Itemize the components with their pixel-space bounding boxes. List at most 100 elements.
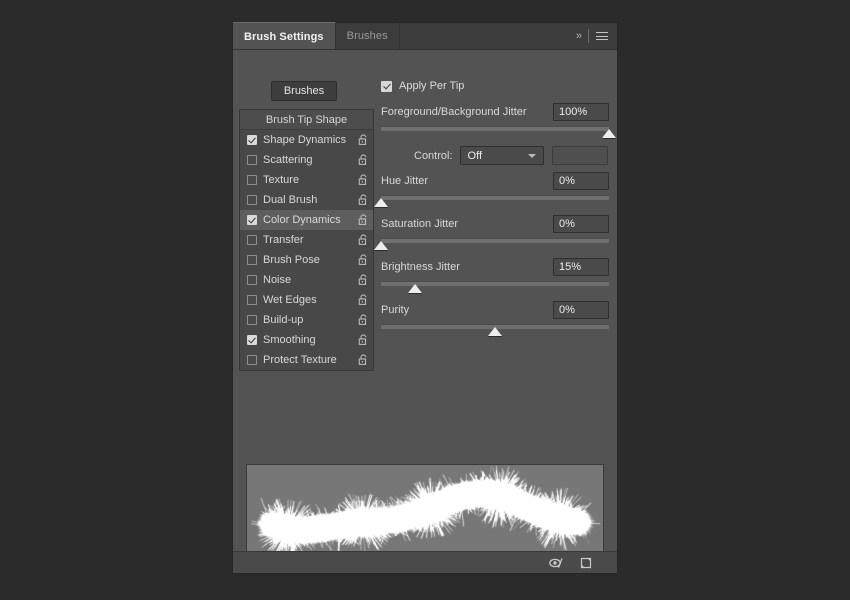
brush-option-row[interactable]: Protect Texture	[240, 350, 373, 370]
saturation-jitter-track	[381, 238, 609, 243]
brush-tip-shape-label: Brush Tip Shape	[265, 113, 348, 126]
brush-option-row[interactable]: Brush Pose	[240, 250, 373, 270]
panel-tabbar: Brush Settings Brushes »	[233, 22, 617, 50]
lock-open-icon[interactable]	[353, 334, 373, 346]
brush-option-checkbox[interactable]	[247, 215, 257, 225]
brush-option-checkbox[interactable]	[247, 335, 257, 345]
tab-brush-settings[interactable]: Brush Settings	[233, 22, 336, 49]
brush-option-label: Texture	[263, 174, 300, 186]
hue-jitter-thumb[interactable]	[374, 198, 388, 207]
purity-thumb[interactable]	[488, 327, 502, 336]
brush-option-checkbox[interactable]	[247, 175, 257, 185]
saturation-jitter-slider[interactable]	[374, 235, 609, 251]
brush-options-list: Brush Tip Shape Shape Dynamics Scattering…	[239, 109, 374, 371]
lock-open-icon[interactable]	[353, 194, 373, 206]
saturation-jitter-label: Saturation Jitter	[381, 218, 459, 230]
brush-option-row[interactable]: Texture	[240, 170, 373, 190]
brush-stroke-canvas	[247, 465, 603, 563]
brush-option-checkbox[interactable]	[247, 195, 257, 205]
brush-option-label: Shape Dynamics	[263, 134, 347, 146]
lock-open-icon[interactable]	[353, 234, 373, 246]
fg-bg-jitter-track	[381, 126, 609, 131]
brush-option-checkbox[interactable]	[247, 135, 257, 145]
control-extra-input[interactable]	[551, 146, 608, 165]
lock-open-icon[interactable]	[353, 314, 373, 326]
brush-option-row[interactable]: Color Dynamics	[240, 210, 373, 230]
brush-option-row[interactable]: Shape Dynamics	[240, 130, 373, 150]
brightness-jitter-slider[interactable]	[381, 278, 609, 294]
toggle-brush-preview-icon[interactable]	[548, 555, 564, 571]
hue-jitter-row: Hue Jitter 0%	[381, 171, 609, 191]
brush-option-checkbox[interactable]	[247, 295, 257, 305]
fg-bg-jitter-slider[interactable]	[381, 123, 616, 139]
apply-per-tip-checkbox[interactable]	[381, 80, 392, 92]
brushes-button-label: Brushes	[283, 85, 325, 97]
brightness-jitter-thumb[interactable]	[408, 284, 423, 293]
purity-input[interactable]: 0%	[553, 301, 609, 319]
panel-menu-icon[interactable]	[596, 30, 608, 43]
brushes-button[interactable]: Brushes	[271, 81, 337, 101]
saturation-jitter-row: Saturation Jitter 0%	[381, 214, 609, 234]
brush-option-label: Brush Pose	[263, 254, 320, 266]
tab-brushes[interactable]: Brushes	[335, 23, 400, 49]
lock-open-icon[interactable]	[353, 254, 373, 266]
lock-open-icon[interactable]	[353, 154, 373, 166]
hue-jitter-track	[381, 195, 609, 200]
apply-per-tip-row[interactable]: Apply Per Tip	[381, 78, 609, 94]
brush-option-label: Color Dynamics	[263, 214, 341, 226]
brush-option-label: Protect Texture	[263, 354, 337, 366]
panel-footer	[233, 551, 617, 573]
lock-open-icon[interactable]	[353, 294, 373, 306]
brush-settings-panel: Brush Settings Brushes » Brushes Brush T…	[232, 22, 618, 574]
control-select[interactable]: Off	[459, 146, 544, 165]
lock-open-icon[interactable]	[353, 214, 373, 226]
brush-option-label: Build-up	[263, 314, 304, 326]
brush-option-row[interactable]: Dual Brush	[240, 190, 373, 210]
purity-row: Purity 0%	[381, 300, 609, 320]
fg-bg-jitter-input[interactable]: 100%	[553, 103, 609, 121]
brush-option-checkbox[interactable]	[247, 235, 257, 245]
brush-stroke-preview[interactable]	[246, 464, 604, 564]
brightness-jitter-input[interactable]: 15%	[553, 258, 609, 276]
lock-open-icon[interactable]	[353, 354, 373, 366]
hue-jitter-input[interactable]: 0%	[553, 172, 609, 190]
brush-option-checkbox[interactable]	[247, 315, 257, 325]
collapse-chevrons-icon[interactable]: »	[576, 30, 582, 42]
app-root: Brush Settings Brushes » Brushes Brush T…	[0, 0, 850, 600]
brush-option-row[interactable]: Scattering	[240, 150, 373, 170]
brush-option-checkbox[interactable]	[247, 355, 257, 365]
saturation-jitter-input[interactable]: 0%	[553, 215, 609, 233]
brush-option-label: Wet Edges	[263, 294, 317, 306]
brush-option-row[interactable]: Wet Edges	[240, 290, 373, 310]
brush-option-row[interactable]: Transfer	[240, 230, 373, 250]
purity-label: Purity	[381, 304, 410, 316]
panel-body: Brushes Brush Tip Shape Shape Dynamics Sc…	[233, 50, 617, 564]
purity-slider[interactable]	[381, 321, 609, 337]
tabbar-filler	[399, 23, 570, 49]
fg-bg-jitter-row: Foreground/Background Jitter 100%	[381, 102, 609, 122]
fg-bg-jitter-thumb[interactable]	[602, 129, 616, 138]
create-new-brush-icon[interactable]	[578, 555, 594, 571]
tab-brush-settings-label: Brush Settings	[244, 30, 324, 43]
brush-option-label: Smoothing	[263, 334, 316, 346]
hue-jitter-slider[interactable]	[374, 192, 609, 208]
saturation-jitter-thumb[interactable]	[374, 241, 388, 250]
control-select-value: Off	[467, 149, 483, 162]
control-label: Control:	[414, 149, 453, 162]
brush-option-row[interactable]: Noise	[240, 270, 373, 290]
control-row: Control: Off	[381, 146, 609, 165]
lock-open-icon[interactable]	[353, 134, 373, 146]
brush-option-label: Noise	[263, 274, 292, 286]
brush-option-checkbox[interactable]	[247, 155, 257, 165]
brush-option-row[interactable]: Smoothing	[240, 330, 373, 350]
brush-option-label: Dual Brush	[263, 194, 318, 206]
brush-option-label: Transfer	[263, 234, 304, 246]
color-dynamics-controls: Apply Per Tip Foreground/Background Jitt…	[374, 78, 616, 341]
brush-option-row[interactable]: Build-up	[240, 310, 373, 330]
lock-open-icon[interactable]	[353, 274, 373, 286]
brush-tip-shape-header[interactable]: Brush Tip Shape	[240, 110, 373, 130]
brush-option-checkbox[interactable]	[247, 275, 257, 285]
brush-option-checkbox[interactable]	[247, 255, 257, 265]
hue-jitter-label: Hue Jitter	[381, 175, 429, 187]
lock-open-icon[interactable]	[353, 174, 373, 186]
